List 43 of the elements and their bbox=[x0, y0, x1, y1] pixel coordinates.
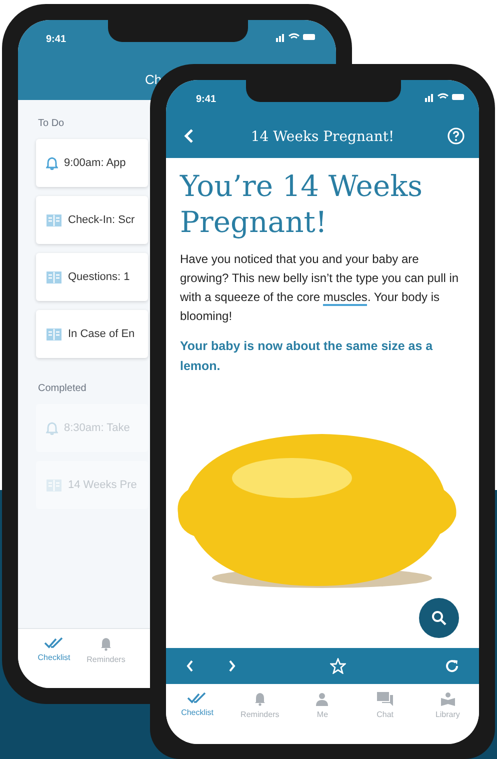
reading-person-icon bbox=[440, 692, 456, 706]
help-icon[interactable] bbox=[447, 127, 465, 145]
muscles-link[interactable]: muscles bbox=[323, 290, 368, 306]
book-icon bbox=[46, 328, 62, 340]
bell-icon bbox=[46, 156, 58, 170]
tab-button[interactable]: Checklist bbox=[172, 692, 222, 744]
next-icon[interactable] bbox=[228, 660, 236, 672]
person-icon bbox=[315, 692, 330, 706]
tab-button[interactable]: Library bbox=[422, 692, 473, 744]
tab-button[interactable]: Checklist bbox=[28, 637, 80, 688]
status-time: 9:41 bbox=[196, 93, 216, 107]
article-heading: You’re 14 Weeks Pregnant! bbox=[180, 168, 424, 240]
back-icon[interactable] bbox=[184, 128, 194, 144]
checklist-item[interactable]: In Case of En bbox=[36, 310, 148, 358]
search-button[interactable] bbox=[419, 598, 459, 638]
book-icon bbox=[46, 270, 62, 284]
status-icons bbox=[425, 92, 465, 102]
section-heading: Completed bbox=[37, 382, 88, 396]
article-paragraph: Have you noticed that you and your baby are growing? This new belly isn’t the type you can pull in with a squeeze of the core muscles. Your body is blooming! bbox=[180, 251, 460, 325]
double-check-icon bbox=[187, 692, 208, 704]
tab-button[interactable]: Me bbox=[297, 692, 348, 744]
previous-icon[interactable] bbox=[186, 660, 194, 672]
screen-title: 14 Weeks Pregnant! bbox=[250, 128, 396, 147]
bell-icon bbox=[46, 422, 58, 434]
star-icon[interactable] bbox=[330, 658, 346, 674]
status-icons bbox=[276, 32, 316, 42]
section-heading: To Do bbox=[37, 117, 66, 131]
size-comparison-text: Your baby is now about the same size as a lemon. bbox=[180, 338, 434, 375]
status-time: 9:41 bbox=[46, 33, 66, 47]
tab-button[interactable]: Reminders bbox=[80, 637, 132, 688]
book-icon bbox=[46, 478, 62, 492]
refresh-icon[interactable] bbox=[445, 659, 459, 673]
tab-button[interactable]: Chat bbox=[360, 692, 410, 744]
checklist-item[interactable]: 9:00am: App bbox=[36, 139, 148, 187]
double-check-icon bbox=[44, 637, 64, 649]
chat-icon bbox=[377, 692, 394, 706]
bell-icon bbox=[100, 637, 112, 651]
tab-button[interactable]: Reminders bbox=[234, 692, 285, 744]
bell-icon bbox=[254, 692, 266, 706]
checklist-item[interactable]: Questions: 1 bbox=[36, 253, 148, 301]
checklist-item[interactable]: Check-In: Scr bbox=[36, 196, 148, 244]
search-icon bbox=[431, 610, 447, 626]
book-icon bbox=[46, 214, 62, 226]
